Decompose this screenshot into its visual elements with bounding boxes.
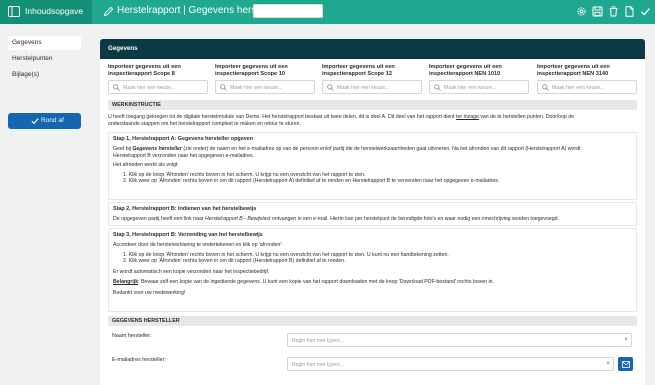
- step-3-body: Accordeer door de herstelverklaring te o…: [113, 242, 633, 297]
- clear-icon[interactable]: ×: [606, 360, 610, 367]
- step-3-text-1: Accordeer door de herstelverklaring te o…: [113, 242, 283, 248]
- step-1-list-item: Klik weer op 'Afronden' rechts boven in …: [128, 178, 500, 185]
- pencil-icon: [103, 6, 114, 17]
- step-3-list: 1. Klik op de knop 'Afronden' rechts bov…: [123, 251, 449, 265]
- naam-hersteller-input[interactable]: Begin hier met typen... ×: [287, 333, 632, 347]
- gear-icon[interactable]: [576, 6, 587, 17]
- step-1-box: Stap 1, Herstelrapport A: Gegevens herst…: [108, 132, 637, 200]
- title-suffix-input[interactable]: [253, 4, 323, 18]
- step-3-text-2: Er wordt automatisch een kopie verzonden…: [113, 268, 270, 275]
- import-scope-8: Importeer gegevens uit een inspectierapp…: [108, 64, 208, 94]
- sidebar-item-gegevens[interactable]: Gegevens: [8, 36, 81, 50]
- intro-text-c: onderstaande stappen om het herstelrappo…: [108, 120, 301, 127]
- ter-inzage-link[interactable]: ter inzage: [456, 114, 479, 120]
- step-2-box: Stap 2, Herstelrapport B: Indienen van h…: [108, 202, 637, 226]
- rond-af-label: Rond af: [41, 117, 64, 124]
- step-1-text-c: (zie onder) de naam en het e-mailadres o…: [181, 146, 581, 152]
- step-1-text-3: Het afronden werkt als volgt:: [113, 162, 179, 169]
- step-1-text-2: Herstelrapport B verzonden naar het opge…: [113, 152, 255, 159]
- mail-icon: [621, 360, 630, 368]
- sidebar-item-bijlagen[interactable]: Bijlage(s): [8, 68, 81, 82]
- import-select[interactable]: Maak hier een keuze...: [429, 80, 529, 94]
- import-select[interactable]: Maak hier een keuze...: [322, 80, 422, 94]
- step-1-text-b: Gegevens hersteller: [132, 146, 182, 152]
- search-icon: [327, 84, 334, 91]
- step-2-text-c: ontvangen in een e-mail. Hierin kan per …: [270, 216, 559, 222]
- clear-icon[interactable]: ×: [624, 336, 628, 343]
- search-icon: [220, 84, 227, 91]
- toc-title: Inhoudsopgave: [25, 6, 84, 16]
- top-bar: Inhoudsopgave Herstelrapport | Gegevens …: [0, 0, 655, 24]
- search-icon: [434, 84, 441, 91]
- import-nen-3140: Importeer gegevens uit een inspectierapp…: [537, 64, 637, 94]
- step-1-list: 1. Klik op de knop 'Afronden' rechts bov…: [123, 171, 500, 185]
- toc-toggle[interactable]: Inhoudsopgave: [0, 0, 92, 24]
- import-label: Importeer gegevens uit een inspectierapp…: [537, 64, 610, 77]
- import-scope-12: Importeer gegevens uit een inspectierapp…: [322, 64, 422, 94]
- sidebar-toggle-icon: [8, 6, 20, 17]
- check-icon[interactable]: [640, 6, 651, 17]
- intro-text-a: U heeft toegang gekregen tot de digitale…: [108, 114, 457, 120]
- step-3-text-4: Bedankt voor uw medewerking!: [113, 289, 186, 296]
- search-icon: [113, 84, 120, 91]
- document-icon[interactable]: [624, 6, 635, 17]
- search-icon: [542, 84, 549, 91]
- step-3-text-3: : Bewaar zelf een kopie van de ingediend…: [138, 279, 494, 286]
- rond-af-button[interactable]: Rond af: [8, 113, 81, 129]
- step-2-text-b: Herstelrapport B - Bewijslast: [205, 216, 271, 222]
- gegevens-hersteller-heading: GEGEVENS HERSTELLER: [108, 316, 637, 326]
- gegevens-card: Gegevens Importeer gegevens uit een insp…: [100, 39, 645, 385]
- import-select[interactable]: Maak hier een keuze...: [215, 80, 315, 94]
- step-3-title: Stap 3, Herstelrapport B: Verzending van…: [113, 232, 263, 238]
- intro-text: U heeft toegang gekregen tot de digitale…: [108, 114, 637, 127]
- sidebar: Gegevens Herstelpunten Bijlage(s) Rond a…: [0, 24, 92, 385]
- step-3-list-item: Klik weer op 'Afronden' rechts boven in …: [128, 258, 346, 265]
- step-3-box: Stap 3, Herstelrapport B: Verzending van…: [108, 228, 637, 312]
- import-placeholder: Maak hier een keuze...: [337, 84, 390, 91]
- step-3-list-item: Klik op de knop 'Afronden' rechts boven …: [128, 251, 449, 258]
- card-title: Gegevens: [100, 39, 645, 59]
- import-label: Importeer gegevens uit een inspectierapp…: [429, 64, 502, 77]
- naam-hersteller-placeholder: Begin hier met typen...: [292, 337, 344, 344]
- email-hersteller-label: E-mailadres hersteller:: [112, 357, 166, 363]
- naam-hersteller-label: Naam hersteller:: [112, 333, 152, 339]
- import-label: Importeer gegevens uit een inspectierapp…: [215, 64, 288, 77]
- import-scope-10: Importeer gegevens uit een inspectierapp…: [215, 64, 315, 94]
- belangrijk-label: Belangrijk: [113, 279, 139, 286]
- email-hersteller-input[interactable]: Begin hier met typen... ×: [287, 357, 614, 371]
- import-placeholder: Maak hier een keuze...: [230, 84, 283, 91]
- save-icon[interactable]: [592, 6, 603, 17]
- trash-icon[interactable]: [608, 6, 619, 17]
- sidebar-item-herstelpunten[interactable]: Herstelpunten: [8, 52, 81, 66]
- import-label: Importeer gegevens uit een inspectierapp…: [322, 64, 395, 77]
- import-placeholder: Maak hier een keuze...: [552, 84, 605, 91]
- step-1-text-a: Geef bij: [113, 146, 133, 152]
- send-email-button[interactable]: [618, 357, 633, 371]
- check-icon: [31, 118, 39, 125]
- import-select[interactable]: Maak hier een keuze...: [537, 80, 637, 94]
- intro-text-b: van de te herstellen punten. Doorloop de: [478, 114, 575, 120]
- werkinstructie-heading: WERKINSTRUCTIE: [108, 100, 637, 110]
- step-1-title: Stap 1, Herstelrapport A: Gegevens herst…: [113, 136, 254, 142]
- import-select[interactable]: Maak hier een keuze...: [108, 80, 208, 94]
- import-placeholder: Maak hier een keuze...: [444, 84, 497, 91]
- step-1-body: Geef bij Gegevens hersteller (zie onder)…: [113, 146, 633, 185]
- step-2-body: De opgegeven partij heeft een link naar …: [113, 216, 633, 223]
- step-1-list-item: Klik op de knop 'Afronden' rechts boven …: [128, 171, 366, 178]
- import-placeholder: Maak hier een keuze...: [123, 84, 176, 91]
- import-label: Importeer gegevens uit een inspectierapp…: [108, 64, 181, 77]
- import-nen-1010: Importeer gegevens uit een inspectierapp…: [429, 64, 529, 94]
- step-2-title: Stap 2, Herstelrapport B: Indienen van h…: [113, 206, 257, 212]
- email-hersteller-placeholder: Begin hier met typen...: [292, 361, 344, 368]
- step-2-text-a: De opgegeven partij heeft een link naar: [113, 216, 205, 222]
